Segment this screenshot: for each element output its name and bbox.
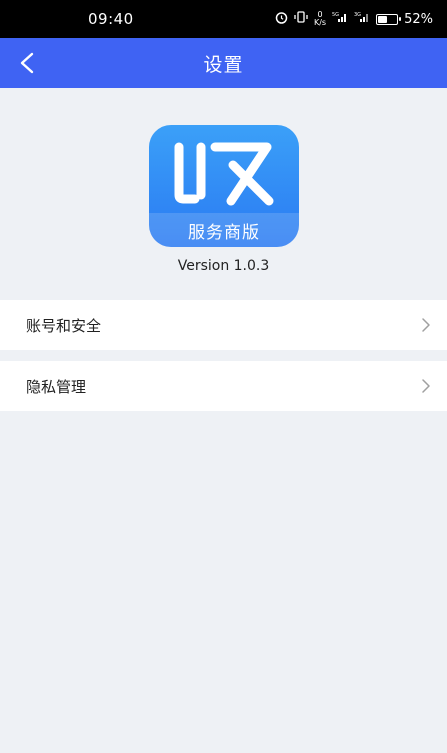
status-icons: 0 K/s 5G 3G	[275, 11, 370, 28]
network-speed-unit: K/s	[313, 18, 327, 27]
settings-item-label: 账号和安全	[26, 316, 102, 335]
back-button[interactable]	[12, 48, 42, 78]
settings-item-account-security[interactable]: 账号和安全	[0, 300, 447, 350]
battery-percentage: 52%	[404, 11, 433, 27]
chevron-right-icon	[421, 317, 431, 333]
status-right: 0 K/s 5G 3G 52%	[275, 11, 433, 28]
battery-icon	[376, 13, 402, 25]
chevron-left-icon	[20, 52, 34, 74]
network-type-2: 3G	[354, 12, 361, 18]
settings-item-privacy[interactable]: 隐私管理	[0, 361, 447, 411]
version-label: Version 1.0.3	[177, 258, 270, 274]
status-bar: 09:40 0 K/s 5G 3G 52%	[0, 0, 447, 38]
alarm-icon	[275, 11, 288, 28]
chevron-right-icon	[421, 378, 431, 394]
page-title: 设置	[203, 53, 244, 76]
signal-icon-1: 5G	[332, 11, 348, 27]
network-type-1: 5G	[332, 12, 339, 18]
vibrate-icon	[294, 11, 308, 27]
nav-bar: 设置	[0, 38, 447, 88]
logo-banner: 服务商版	[149, 213, 299, 247]
settings-item-label: 隐私管理	[26, 377, 87, 396]
logo-mark-icon	[174, 142, 274, 206]
network-speed: 0 K/s	[314, 11, 326, 27]
status-time: 09:40	[88, 10, 134, 28]
battery-fill	[378, 15, 388, 23]
app-logo: 服务商版	[149, 125, 299, 247]
signal-icon-2: 3G	[354, 11, 370, 27]
